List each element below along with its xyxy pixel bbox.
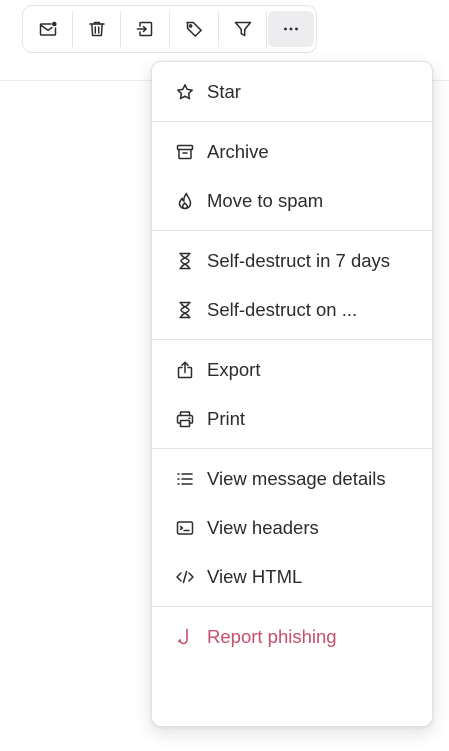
hook-icon [175, 627, 195, 647]
menu-item-label: Move to spam [207, 189, 324, 211]
hourglass-icon [175, 300, 195, 320]
menu-item-label: Report phishing [207, 625, 337, 647]
menu-group-self-destruct: Self-destruct in 7 days Self-destruct on… [152, 230, 432, 339]
archive-icon [175, 142, 195, 162]
toolbar-separator [120, 11, 122, 47]
more-button[interactable] [268, 11, 315, 47]
more-icon [284, 27, 299, 31]
fire-icon [175, 191, 195, 211]
code-icon [175, 567, 195, 587]
menu-item-report-phishing[interactable]: Report phishing [152, 612, 432, 661]
menu-group-view: View message details View headers View H… [152, 448, 432, 606]
menu-item-label: Export [207, 358, 261, 380]
trash-icon [88, 21, 105, 37]
move-to-folder-icon [136, 21, 153, 37]
menu-item-view-headers[interactable]: View headers [152, 503, 432, 552]
menu-item-label: View headers [207, 516, 319, 538]
hourglass-icon [175, 251, 195, 271]
menu-item-label: View HTML [207, 565, 303, 587]
trash-button[interactable] [74, 11, 120, 47]
menu-item-label: Print [207, 407, 246, 429]
star-icon [175, 82, 195, 102]
menu-item-star[interactable]: Star [152, 67, 432, 116]
toolbar-separator [217, 11, 219, 47]
toolbar-separator [266, 11, 268, 47]
terminal-icon [175, 518, 195, 538]
filter-button[interactable] [220, 11, 266, 47]
menu-group-move: Archive Move to spam [152, 121, 432, 230]
menu-item-self-destruct-on[interactable]: Self-destruct on ... [152, 285, 432, 334]
label-button[interactable] [171, 11, 217, 47]
menu-item-view-message-details[interactable]: View message details [152, 454, 432, 503]
toolbar-separator [169, 11, 171, 47]
menu-group-export: Export Print [152, 339, 432, 448]
menu-group-star: Star [152, 62, 432, 121]
toolbar-separator [71, 11, 73, 47]
printer-icon [175, 409, 195, 429]
menu-item-self-destruct-7-days[interactable]: Self-destruct in 7 days [152, 236, 432, 285]
tag-icon [186, 21, 202, 37]
list-icon [175, 469, 195, 489]
menu-item-label: View message details [207, 467, 386, 489]
filter-icon [234, 21, 251, 37]
menu-item-archive[interactable]: Archive [152, 127, 432, 176]
menu-group-report: Report phishing [152, 606, 432, 666]
menu-item-label: Self-destruct on ... [207, 298, 358, 320]
menu-item-print[interactable]: Print [152, 394, 432, 443]
move-to-folder-button[interactable] [122, 11, 168, 47]
mark-unread-icon [39, 21, 57, 36]
menu-item-label: Archive [207, 140, 269, 162]
mark-unread-button[interactable] [25, 11, 71, 47]
menu-item-label: Star [207, 80, 241, 102]
export-icon [175, 360, 195, 380]
more-actions-menu: Star Archive Move to spam Self-destruct … [151, 61, 433, 727]
menu-item-move-to-spam[interactable]: Move to spam [152, 176, 432, 225]
menu-item-export[interactable]: Export [152, 345, 432, 394]
menu-item-view-html[interactable]: View HTML [152, 552, 432, 601]
message-toolbar [22, 5, 317, 53]
menu-item-label: Self-destruct in 7 days [207, 249, 391, 271]
page: Star Archive Move to spam Self-destruct … [0, 0, 449, 751]
